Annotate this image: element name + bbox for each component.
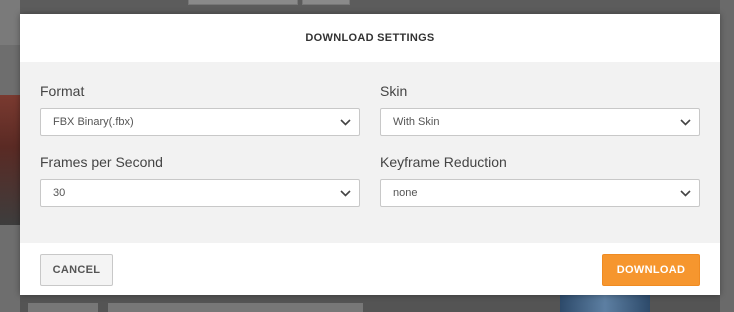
skin-label: Skin — [380, 83, 408, 99]
backdrop-right-panel — [720, 0, 734, 312]
dialog-title: DOWNLOAD SETTINGS — [305, 32, 435, 44]
dialog-header: DOWNLOAD SETTINGS — [20, 14, 720, 62]
backdrop-character-figure — [560, 295, 650, 312]
chevron-down-icon — [679, 187, 691, 199]
skin-select[interactable]: With Skin — [380, 108, 700, 136]
keyframe-reduction-field: Keyframe Reduction none — [380, 153, 700, 207]
cancel-button[interactable]: CANCEL — [40, 254, 113, 286]
format-select-value: FBX Binary(.fbx) — [53, 116, 134, 128]
keyframe-reduction-label: Keyframe Reduction — [380, 154, 507, 170]
backdrop-top-button — [188, 0, 298, 5]
fps-select-value: 30 — [53, 187, 66, 199]
backdrop-bottom-card — [28, 303, 98, 312]
skin-select-value: With Skin — [393, 116, 440, 128]
fps-field: Frames per Second 30 — [40, 153, 360, 207]
backdrop-left-top — [0, 0, 20, 45]
dialog-footer: CANCEL DOWNLOAD — [20, 243, 720, 295]
keyframe-reduction-select-value: none — [393, 187, 418, 199]
chevron-down-icon — [339, 187, 351, 199]
format-select[interactable]: FBX Binary(.fbx) — [40, 108, 360, 136]
download-button[interactable]: DOWNLOAD — [602, 254, 700, 286]
format-field: Format FBX Binary(.fbx) — [40, 82, 360, 136]
chevron-down-icon — [339, 116, 351, 128]
backdrop-character-preview — [0, 95, 20, 225]
backdrop-top-button-small — [302, 0, 350, 5]
format-label: Format — [40, 83, 85, 99]
skin-field: Skin With Skin — [380, 82, 700, 136]
backdrop-bottom-card — [108, 303, 363, 312]
fps-select[interactable]: 30 — [40, 179, 360, 207]
keyframe-reduction-select[interactable]: none — [380, 179, 700, 207]
dialog-body: Format FBX Binary(.fbx) Skin With Skin F… — [20, 62, 720, 243]
download-settings-dialog: DOWNLOAD SETTINGS Format FBX Binary(.fbx… — [20, 14, 720, 295]
chevron-down-icon — [679, 116, 691, 128]
fps-label: Frames per Second — [40, 154, 163, 170]
